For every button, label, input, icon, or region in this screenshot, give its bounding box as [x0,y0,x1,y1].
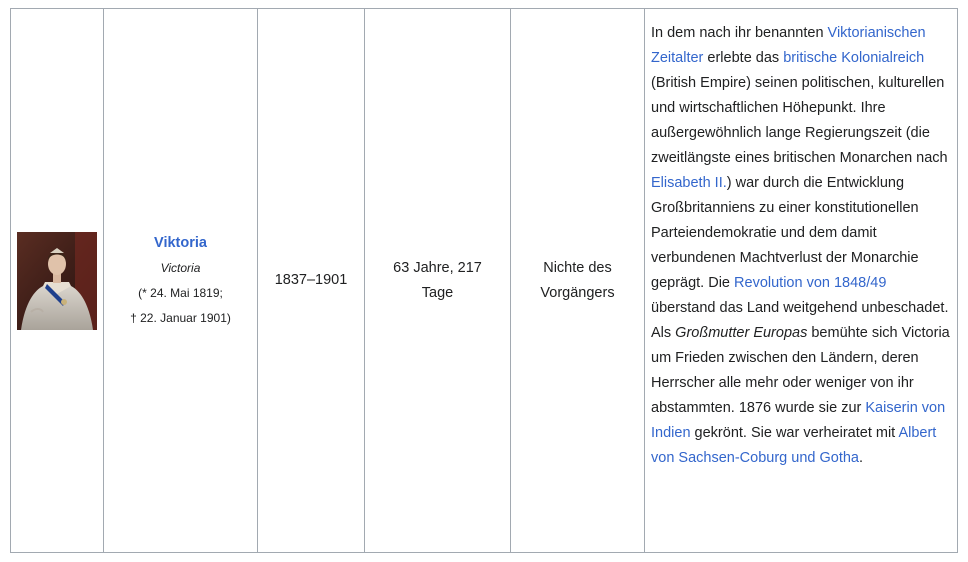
description-segment: . [858,450,864,466]
reign-duration: 63 Jahre, 217 Tage [393,259,482,301]
description-link[interactable]: britische Kolonialreich [783,50,924,66]
original-name: Victoria [160,261,201,275]
description-segment: In dem nach ihr benannten [651,25,828,41]
table-row: Viktoria Victoria (* 24. Mai 1819; † 22.… [10,8,958,553]
description-cell: In dem nach ihr benannten Viktorianische… [644,8,958,553]
name-cell: Viktoria Victoria (* 24. Mai 1819; † 22.… [103,8,258,553]
relation-cell: Nichte des Vorgängers [510,8,645,553]
description-italic: Großmutter Europas [675,325,808,341]
description-segment: gekrönt. Sie war verheiratet mit [690,425,899,441]
reign-duration-cell: 63 Jahre, 217 Tage [364,8,511,553]
description-link[interactable]: Revolution von 1848/49 [734,275,886,291]
death-date: † 22. Januar 1901) [130,311,231,325]
monarch-table: Viktoria Victoria (* 24. Mai 1819; † 22.… [10,8,958,553]
description-segment: (British Empire) seinen politischen, kul… [651,75,948,166]
birth-date: (* 24. Mai 1819; [138,286,223,300]
portrait-image[interactable] [17,231,97,330]
description-link[interactable]: Elisabeth II. [651,175,727,191]
description-segment: ) war durch die Entwicklung Großbritanni… [651,175,919,291]
description-segment: erlebte das [703,50,784,66]
reign-years: 1837–1901 [274,272,348,288]
monarch-name-link[interactable]: Viktoria [154,235,207,251]
portrait-cell [10,8,104,553]
reign-years-cell: 1837–1901 [257,8,365,553]
description-text: In dem nach ihr benannten Viktorianische… [651,21,951,471]
relation-text: Nichte des Vorgängers [540,259,615,301]
